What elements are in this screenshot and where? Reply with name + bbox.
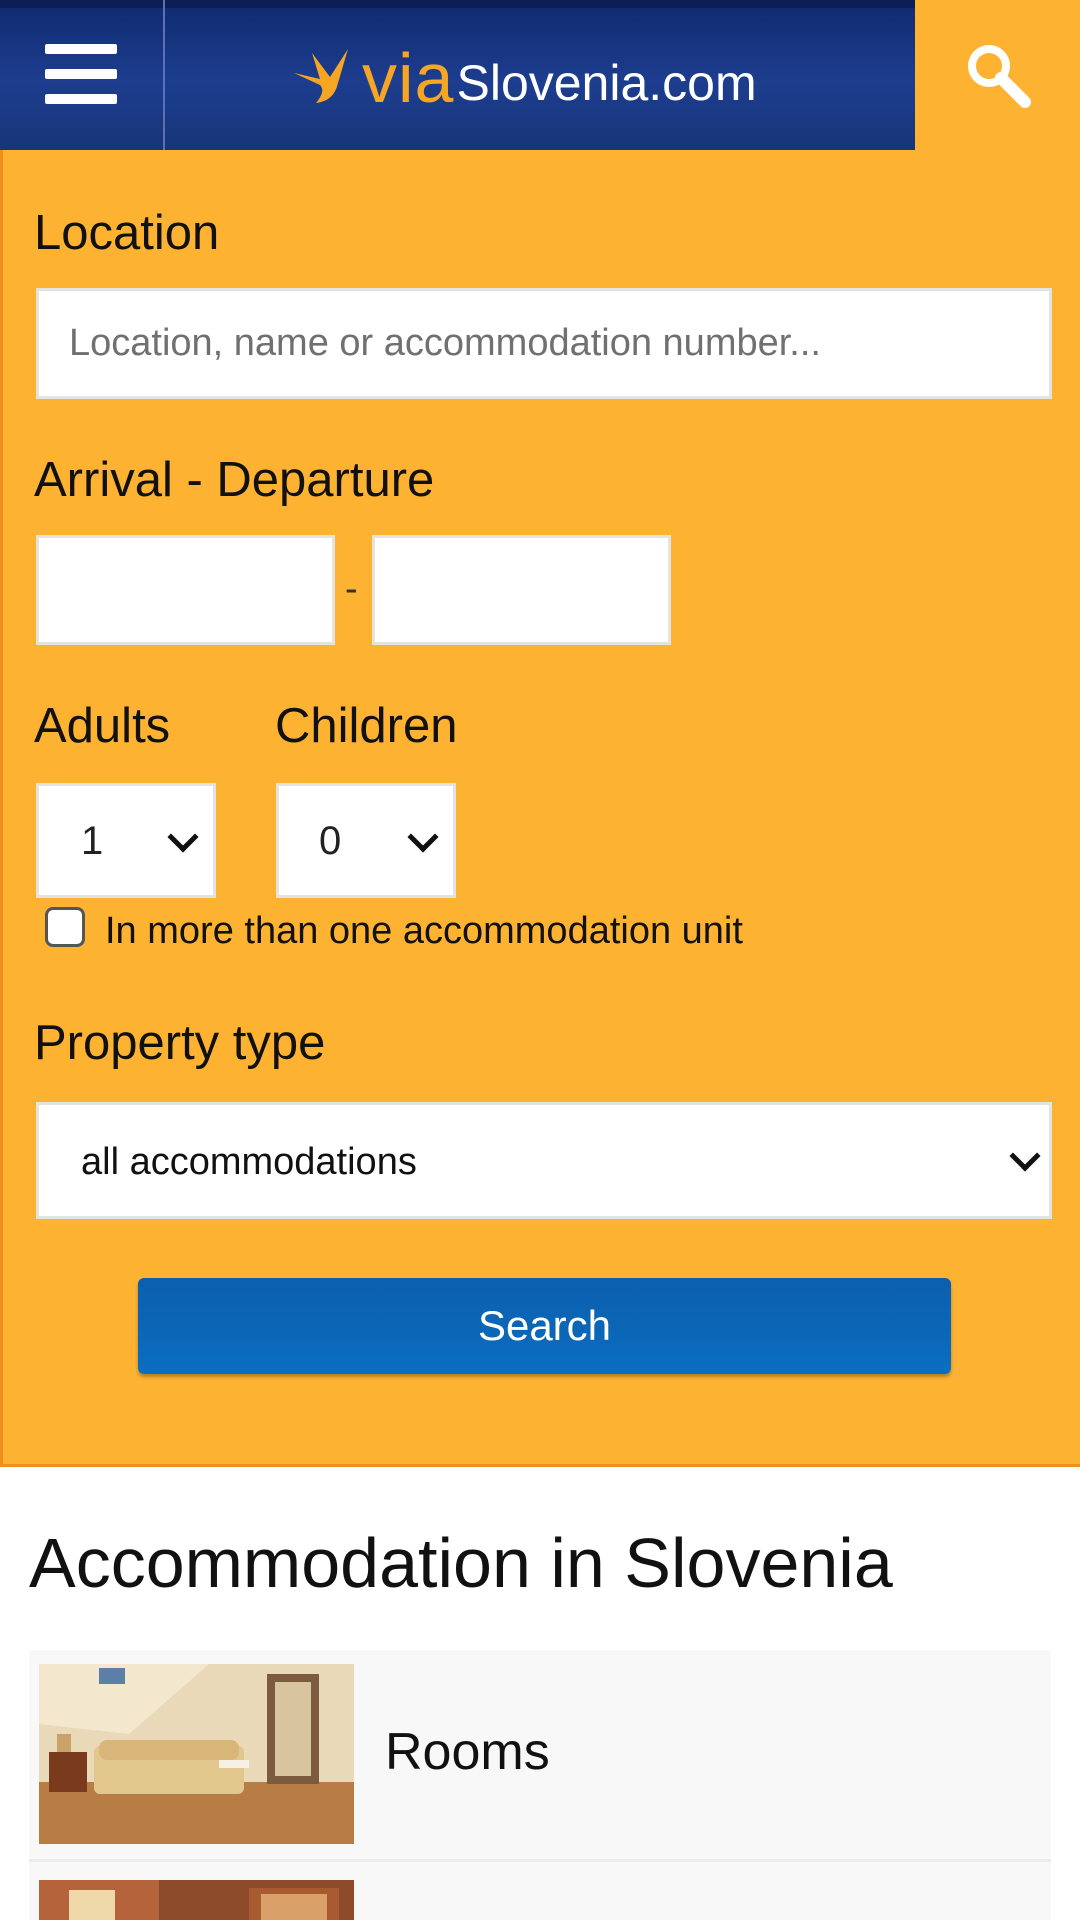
property-type-label: Property type: [34, 1016, 326, 1070]
bedroom-photo[interactable]: [39, 1664, 354, 1844]
adults-label: Adults: [34, 699, 171, 753]
date-separator: -: [345, 568, 358, 610]
list-item[interactable]: [29, 1862, 1051, 1920]
multi-unit-label[interactable]: In more than one accommodation unit: [105, 910, 743, 953]
dates-label: Arrival - Departure: [34, 453, 435, 507]
children-select-value: 0: [319, 819, 342, 863]
hamburger-menu-icon: [45, 44, 117, 104]
magnifier-icon: [968, 45, 1031, 108]
section-title: Accommodation in Slovenia: [29, 1524, 893, 1602]
list-item-label[interactable]: Rooms: [385, 1722, 550, 1782]
departure-date-input[interactable]: [372, 535, 671, 645]
chevron-down-icon: [167, 821, 199, 853]
adults-select[interactable]: 1: [36, 783, 216, 898]
location-label: Location: [34, 206, 220, 260]
logo-slovenia-text: Slovenia.com: [456, 55, 757, 111]
children-label: Children: [275, 699, 458, 753]
search-button[interactable]: Search: [138, 1278, 951, 1374]
property-type-value: all accommodations: [81, 1141, 417, 1183]
adults-select-value: 1: [81, 819, 104, 863]
multi-unit-checkbox[interactable]: [45, 907, 85, 947]
bedroom-photo-image: [39, 1880, 354, 1920]
bedroom-photo[interactable]: [39, 1880, 354, 1920]
bird-logo-icon: [294, 49, 348, 103]
arrival-date-input[interactable]: [36, 535, 335, 645]
chevron-down-icon: [407, 821, 439, 853]
property-type-select[interactable]: all accommodations: [36, 1102, 1052, 1219]
search-toggle-button[interactable]: [915, 0, 1080, 150]
children-select[interactable]: 0: [276, 783, 456, 898]
search-form: Location Arrival - Departure - Adults Ch…: [0, 150, 1080, 1467]
header-bar: via Slovenia.com: [0, 0, 915, 150]
menu-button[interactable]: [0, 0, 165, 150]
logo-via-text: via: [362, 39, 455, 117]
list-item[interactable]: Rooms: [29, 1650, 1051, 1862]
site-logo[interactable]: via Slovenia.com: [290, 28, 770, 128]
location-input[interactable]: [36, 288, 1052, 399]
bedroom-photo-image: [39, 1664, 354, 1844]
site-header: via Slovenia.com: [0, 0, 1080, 150]
chevron-down-icon: [1009, 1140, 1041, 1172]
